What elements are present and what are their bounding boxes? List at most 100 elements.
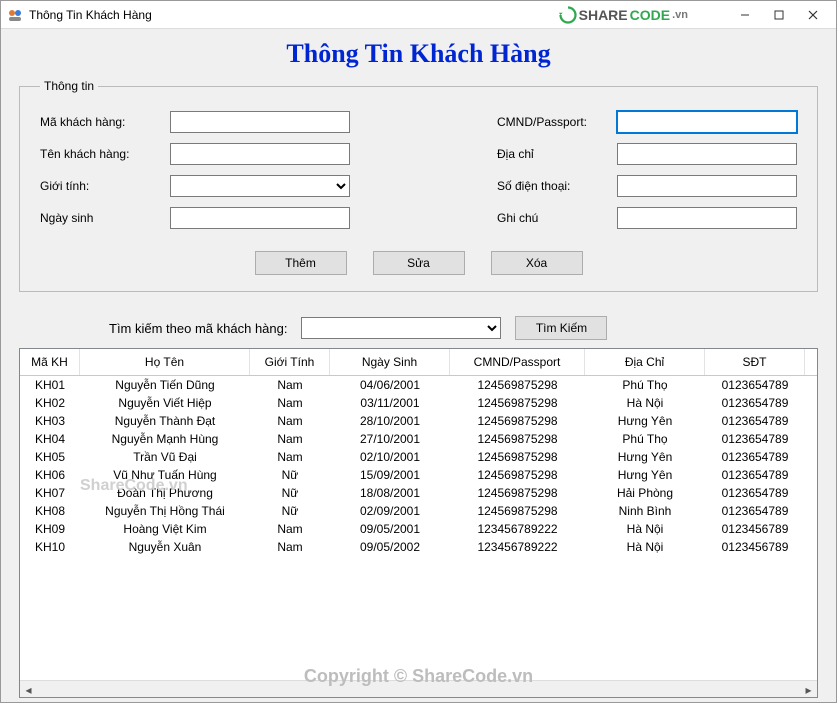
cell-cmnd: 124569875298 — [450, 376, 585, 394]
scroll-right-icon[interactable]: ▸ — [800, 681, 817, 698]
delete-button[interactable]: Xóa — [491, 251, 583, 275]
cell-sdt: 0123654789 — [705, 448, 805, 466]
col-ngay-sinh[interactable]: Ngày Sinh — [330, 349, 450, 375]
brand-main: SHARE — [579, 7, 628, 23]
table-row[interactable]: KH01Nguyễn Tiến DũngNam04/06/20011245698… — [20, 376, 817, 394]
brand-accent: CODE — [630, 7, 670, 23]
cell-sdt: 0123654789 — [705, 412, 805, 430]
search-button[interactable]: Tìm Kiếm — [515, 316, 607, 340]
cell-ten: Nguyễn Tiến Dũng — [80, 376, 250, 394]
data-grid[interactable]: Mã KH Họ Tên Giới Tính Ngày Sinh CMND/Pa… — [19, 348, 818, 698]
cell-sdt: 0123654789 — [705, 484, 805, 502]
grid-header: Mã KH Họ Tên Giới Tính Ngày Sinh CMND/Pa… — [20, 349, 817, 376]
cell-gt: Nam — [250, 448, 330, 466]
table-row[interactable]: KH06Vũ Như Tuấn HùngNữ15/09/200112456987… — [20, 466, 817, 484]
cell-ma: KH05 — [20, 448, 80, 466]
horizontal-scrollbar[interactable]: ◂ ▸ — [20, 680, 817, 697]
cell-ma: KH09 — [20, 520, 80, 538]
scroll-left-icon[interactable]: ◂ — [20, 681, 37, 698]
col-ho-ten[interactable]: Họ Tên — [80, 349, 250, 375]
cell-ns: 15/09/2001 — [330, 466, 450, 484]
col-ma-kh[interactable]: Mã KH — [20, 349, 80, 375]
cell-gt: Nam — [250, 520, 330, 538]
cell-ns: 28/10/2001 — [330, 412, 450, 430]
window-title: Thông Tin Khách Hàng — [29, 8, 559, 22]
cell-cmnd: 124569875298 — [450, 430, 585, 448]
input-ma-kh[interactable] — [170, 111, 350, 133]
label-ten-kh: Tên khách hàng: — [40, 147, 170, 161]
label-dia-chi: Địa chỉ — [497, 147, 617, 161]
minimize-icon — [740, 10, 750, 20]
cell-gt: Nam — [250, 376, 330, 394]
cell-dc: Hải Phòng — [585, 484, 705, 502]
cell-sdt: 0123654789 — [705, 466, 805, 484]
table-row[interactable]: KH05Trần Vũ ĐạiNam02/10/2001124569875298… — [20, 448, 817, 466]
cell-ns: 09/05/2002 — [330, 538, 450, 556]
close-icon — [808, 10, 818, 20]
cell-ten: Đoàn Thị Phương — [80, 484, 250, 502]
input-ghi-chu[interactable] — [617, 207, 797, 229]
maximize-icon — [774, 10, 784, 20]
cell-ma: KH06 — [20, 466, 80, 484]
col-sdt[interactable]: SĐT — [705, 349, 805, 375]
info-legend: Thông tin — [40, 79, 98, 93]
info-groupbox: Thông tin Mã khách hàng: CMND/Passport: … — [19, 79, 818, 292]
table-row[interactable]: KH07Đoàn Thị PhươngNữ18/08/2001124569875… — [20, 484, 817, 502]
minimize-button[interactable] — [728, 4, 762, 26]
label-ngay-sinh: Ngày sinh — [40, 211, 170, 225]
add-button[interactable]: Thêm — [255, 251, 347, 275]
cell-gt: Nữ — [250, 484, 330, 502]
cell-gt: Nữ — [250, 466, 330, 484]
cell-sdt: 0123654789 — [705, 376, 805, 394]
cell-gt: Nam — [250, 430, 330, 448]
table-row[interactable]: KH08Nguyễn Thị Hồng TháiNữ02/09/20011245… — [20, 502, 817, 520]
col-gioi-tinh[interactable]: Giới Tính — [250, 349, 330, 375]
label-sdt: Số điện thoại: — [497, 179, 617, 193]
input-ten-kh[interactable] — [170, 143, 350, 165]
cell-sdt: 0123654789 — [705, 394, 805, 412]
table-row[interactable]: KH04Nguyễn Mạnh HùngNam27/10/20011245698… — [20, 430, 817, 448]
label-gioi-tinh: Giới tính: — [40, 179, 170, 193]
cell-ns: 02/09/2001 — [330, 502, 450, 520]
label-ghi-chu: Ghi chú — [497, 211, 617, 225]
input-sdt[interactable] — [617, 175, 797, 197]
col-cmnd[interactable]: CMND/Passport — [450, 349, 585, 375]
label-cmnd: CMND/Passport: — [497, 115, 617, 129]
input-ngay-sinh[interactable] — [170, 207, 350, 229]
search-select[interactable] — [301, 317, 501, 339]
cell-dc: Phú Thọ — [585, 430, 705, 448]
cell-gt: Nam — [250, 394, 330, 412]
table-row[interactable]: KH10Nguyễn XuânNam09/05/2002123456789222… — [20, 538, 817, 556]
search-label: Tìm kiếm theo mã khách hàng: — [109, 321, 287, 336]
app-window: Thông Tin Khách Hàng SHARECODE.vn Thông … — [0, 0, 837, 703]
maximize-button[interactable] — [762, 4, 796, 26]
cell-gt: Nam — [250, 412, 330, 430]
select-gioi-tinh[interactable] — [170, 175, 350, 197]
page-title: Thông Tin Khách Hàng — [19, 39, 818, 69]
grid-body[interactable]: KH01Nguyễn Tiến DũngNam04/06/20011245698… — [20, 376, 817, 680]
cell-ma: KH03 — [20, 412, 80, 430]
cell-ns: 02/10/2001 — [330, 448, 450, 466]
input-cmnd[interactable] — [617, 111, 797, 133]
cell-sdt: 0123456789 — [705, 538, 805, 556]
cell-ma: KH10 — [20, 538, 80, 556]
close-button[interactable] — [796, 4, 830, 26]
col-dia-chi[interactable]: Địa Chỉ — [585, 349, 705, 375]
cell-ma: KH07 — [20, 484, 80, 502]
cell-cmnd: 123456789222 — [450, 520, 585, 538]
table-row[interactable]: KH09Hoàng Việt KimNam09/05/2001123456789… — [20, 520, 817, 538]
cell-ma: KH01 — [20, 376, 80, 394]
input-dia-chi[interactable] — [617, 143, 797, 165]
cell-dc: Hưng Yên — [585, 466, 705, 484]
table-row[interactable]: KH02Nguyễn Viết HiệpNam03/11/20011245698… — [20, 394, 817, 412]
cell-ma: KH02 — [20, 394, 80, 412]
label-ma-kh: Mã khách hàng: — [40, 115, 170, 129]
cell-ten: Nguyễn Mạnh Hùng — [80, 430, 250, 448]
table-row[interactable]: KH03Nguyễn Thành ĐạtNam28/10/20011245698… — [20, 412, 817, 430]
client-area: Thông Tin Khách Hàng Thông tin Mã khách … — [1, 29, 836, 702]
edit-button[interactable]: Sửa — [373, 251, 465, 275]
cell-ns: 04/06/2001 — [330, 376, 450, 394]
cell-ten: Nguyễn Thành Đạt — [80, 412, 250, 430]
cell-ns: 09/05/2001 — [330, 520, 450, 538]
cell-ten: Trần Vũ Đại — [80, 448, 250, 466]
